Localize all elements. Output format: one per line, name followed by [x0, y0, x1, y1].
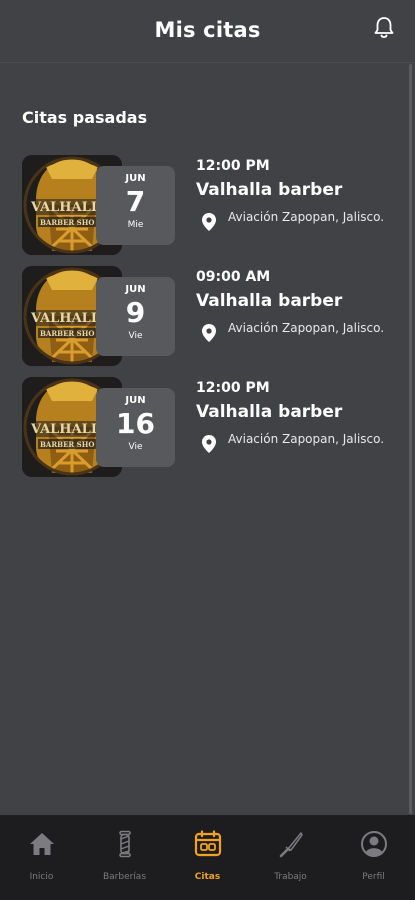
appointment-info: 12:00 PM Valhalla barber Aviación Zapopa… — [196, 380, 406, 470]
logo-text: VALHALI — [30, 200, 97, 215]
nav-item-trabajo[interactable]: Trabajo — [249, 815, 332, 900]
date-weekday: Mie — [127, 220, 144, 230]
appointment-list: VALHALI BARBER SHO JUN 7 Mie 12:00 PM Va… — [0, 155, 415, 488]
nav-item-perfil[interactable]: Perfil — [332, 815, 415, 900]
app-header: Mis citas — [0, 0, 415, 62]
appointment-address: Aviación Zapopan, Jalisco. — [228, 321, 385, 335]
date-month: JUN — [125, 395, 146, 406]
logo-subtext: BARBER SHO — [40, 218, 94, 227]
razor-icon — [279, 832, 303, 858]
appointment-address: Aviación Zapopan, Jalisco. — [228, 210, 385, 224]
section-title: Citas pasadas — [22, 108, 148, 127]
date-day: 7 — [125, 185, 146, 218]
nav-item-barberias[interactable]: Barberías — [83, 815, 166, 900]
appointment-time: 09:00 AM — [196, 269, 271, 285]
appointment-location: Aviación Zapopan, Jalisco. — [196, 430, 406, 470]
nav-item-citas[interactable]: Citas — [166, 815, 249, 900]
barber-name: Valhalla barber — [196, 291, 343, 311]
date-day: 16 — [116, 407, 155, 440]
date-weekday: Vie — [128, 331, 143, 341]
appointment-info: 09:00 AM Valhalla barber Aviación Zapopa… — [196, 269, 406, 359]
nav-label-trabajo: Trabajo — [274, 872, 307, 882]
page-title: Mis citas — [154, 18, 261, 42]
header-divider — [0, 62, 415, 63]
calendar-icon — [194, 830, 222, 857]
barber-name: Valhalla barber — [196, 180, 343, 200]
appointment-address: Aviación Zapopan, Jalisco. — [228, 432, 385, 446]
location-pin-icon — [202, 324, 216, 342]
location-pin-icon — [202, 213, 216, 231]
appointment-time: 12:00 PM — [196, 380, 270, 396]
nav-label-inicio: Inicio — [29, 872, 54, 882]
logo-subtext: BARBER SHO — [40, 440, 94, 449]
appointment-card[interactable]: VALHALI BARBER SHO JUN 16 Vie 12:00 PM V… — [0, 377, 415, 488]
barber-pole-icon — [119, 830, 131, 858]
bottom-navigation: Inicio Barberías Citas Trabajo Perfil — [0, 815, 415, 900]
bell-icon[interactable] — [373, 16, 395, 40]
nav-item-inicio[interactable]: Inicio — [0, 815, 83, 900]
date-day: 9 — [125, 296, 146, 329]
logo-subtext: BARBER SHO — [40, 329, 94, 338]
appointment-card[interactable]: VALHALI BARBER SHO JUN 9 Vie 09:00 AM Va… — [0, 266, 415, 377]
nav-label-perfil: Perfil — [362, 872, 385, 882]
date-badge: JUN 7 Mie — [96, 166, 175, 245]
logo-text: VALHALI — [30, 311, 97, 326]
appointment-location: Aviación Zapopan, Jalisco. — [196, 208, 406, 248]
nav-label-barberias: Barberías — [102, 872, 147, 882]
barber-name: Valhalla barber — [196, 402, 343, 422]
date-badge: JUN 9 Vie — [96, 277, 175, 356]
logo-text: VALHALI — [30, 422, 97, 437]
user-icon — [361, 831, 387, 857]
date-month: JUN — [125, 173, 146, 184]
appointment-location: Aviación Zapopan, Jalisco. — [196, 319, 406, 359]
date-badge: JUN 16 Vie — [96, 388, 175, 467]
appointment-card[interactable]: VALHALI BARBER SHO JUN 7 Mie 12:00 PM Va… — [0, 155, 415, 266]
nav-label-citas: Citas — [194, 872, 221, 882]
date-weekday: Vie — [128, 442, 143, 452]
date-month: JUN — [125, 284, 146, 295]
appointment-info: 12:00 PM Valhalla barber Aviación Zapopa… — [196, 158, 406, 248]
location-pin-icon — [202, 435, 216, 453]
appointment-time: 12:00 PM — [196, 158, 270, 174]
home-icon — [30, 833, 54, 855]
